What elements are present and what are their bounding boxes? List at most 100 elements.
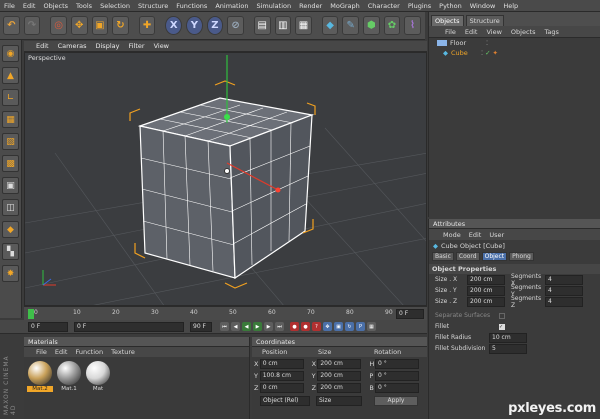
size-mode-select[interactable]: Size (316, 396, 362, 406)
material-item[interactable]: Mat.2 (27, 361, 53, 392)
x-axis-icon[interactable]: X (165, 16, 182, 35)
attributes-menu-edit[interactable]: Edit (469, 231, 482, 239)
points-mode-icon[interactable]: ▦ (2, 111, 19, 128)
materials-menu-edit[interactable]: Edit (55, 348, 68, 356)
x-handle-tip[interactable] (275, 187, 281, 193)
world-coords-icon[interactable]: ⊘ (227, 16, 244, 35)
menu-structure[interactable]: Structure (138, 2, 168, 10)
materials-menu-function[interactable]: Function (75, 348, 103, 356)
texture-mode-icon[interactable]: ▣ (2, 177, 19, 194)
menu-file[interactable]: File (4, 2, 15, 10)
check-icon[interactable]: ✓ (485, 49, 490, 57)
checker-icon[interactable]: ▚ (2, 243, 19, 260)
move-icon[interactable]: ✥ (70, 16, 88, 35)
viewport-menu-edit[interactable]: Edit (36, 42, 49, 50)
cube-primitive-icon[interactable]: ◆ (321, 16, 339, 35)
z-axis-icon[interactable]: Z (206, 16, 224, 35)
coord-mode-select[interactable]: Object (Rel) (260, 396, 310, 406)
attr-tab-object[interactable]: Object (481, 252, 508, 261)
end-frame-field[interactable]: 90 F (190, 321, 212, 332)
menu-tools[interactable]: Tools (76, 2, 92, 10)
viewport-menu-view[interactable]: View (154, 42, 169, 50)
subdivision-icon[interactable]: ⬢ (363, 16, 380, 35)
segments-field[interactable]: 4 (545, 285, 583, 296)
menu-functions[interactable]: Functions (176, 2, 207, 10)
record-icon[interactable]: ● (290, 322, 299, 331)
key-scale-icon[interactable]: ▣ (334, 322, 343, 331)
next-frame-icon[interactable]: ▶ (264, 322, 273, 331)
coord-rot-field[interactable]: 0 ° (375, 370, 419, 381)
attr-tab-basic[interactable]: Basic (432, 252, 454, 261)
object-menu-edit[interactable]: Edit (465, 28, 478, 36)
tab-structure[interactable]: Structure (465, 15, 504, 26)
viewport-menu-display[interactable]: Display (96, 42, 120, 50)
size-field[interactable]: 200 cm (467, 296, 505, 307)
play-reverse-icon[interactable]: ◀ (242, 322, 251, 331)
key-grid-icon[interactable]: ▦ (367, 322, 376, 331)
coord-pos-field[interactable]: 0 cm (259, 358, 304, 369)
add-icon[interactable]: ✚ (138, 16, 156, 35)
autokey-icon[interactable]: ● (301, 322, 310, 331)
separate-checkbox[interactable] (499, 312, 505, 319)
goto-start-icon[interactable]: ⏮ (220, 322, 229, 331)
visibility-dots-icon[interactable]: ⁚ (486, 39, 488, 47)
prev-frame-icon[interactable]: ◀ (231, 322, 240, 331)
fillet-row[interactable]: Fillet ✓ (429, 321, 600, 332)
coord-rot-field[interactable]: 0 ° (375, 382, 419, 393)
segments-field[interactable]: 4 (545, 274, 583, 285)
model-mode-icon[interactable]: ▲ (2, 67, 19, 84)
edges-mode-icon[interactable]: ▧ (2, 133, 19, 150)
undo-icon[interactable]: ↶ (3, 16, 20, 35)
cube-scene[interactable] (25, 53, 427, 306)
material-item[interactable]: Mat.1 (56, 361, 82, 392)
timeline-end-field[interactable]: 0 F (396, 309, 424, 319)
object-menu-view[interactable]: View (486, 28, 501, 36)
object-axis-icon[interactable]: ∟ (2, 89, 19, 106)
timeline[interactable]: 0 10 20 30 40 50 60 70 80 90 0 F (24, 306, 427, 320)
key-param-icon[interactable]: P (356, 322, 365, 331)
menu-objects[interactable]: Objects (43, 2, 68, 10)
menu-python[interactable]: Python (439, 2, 462, 10)
scale-icon[interactable]: ▣ (91, 16, 109, 35)
visibility-dots-icon[interactable]: ⁚ (481, 49, 483, 57)
pen-icon[interactable]: ✎ (342, 16, 359, 35)
materials-menu-texture[interactable]: Texture (111, 348, 135, 356)
attr-tab-coord[interactable]: Coord (455, 252, 480, 261)
attr-tab-phong[interactable]: Phong (509, 252, 534, 261)
play-icon[interactable]: ▶ (253, 322, 262, 331)
key-rot-icon[interactable]: ↻ (345, 322, 354, 331)
fillet-subdivision-field[interactable]: 5 (489, 343, 527, 354)
object-menu-objects[interactable]: Objects (511, 28, 536, 36)
coord-size-field[interactable]: 200 cm (317, 382, 362, 393)
make-editable-icon[interactable]: ◉ (2, 45, 19, 62)
live-select-icon[interactable]: ◎ (50, 16, 67, 35)
menu-simulation[interactable]: Simulation (256, 2, 291, 10)
material-item[interactable]: Mat (85, 361, 111, 392)
coord-size-field[interactable]: 200 cm (317, 370, 362, 381)
menu-edit[interactable]: Edit (23, 2, 36, 10)
coord-size-field[interactable]: 200 cm (317, 358, 362, 369)
menu-plugins[interactable]: Plugins (408, 2, 431, 10)
menu-render[interactable]: Render (299, 2, 322, 10)
size-field[interactable]: 200 cm (467, 274, 505, 285)
deformer-icon[interactable]: ⌇ (404, 16, 421, 35)
segments-field[interactable]: 4 (545, 296, 583, 307)
keyframe-icon[interactable]: ? (312, 322, 321, 331)
lock-icon[interactable]: ✸ (2, 265, 19, 282)
fillet-checkbox[interactable]: ✓ (499, 323, 505, 330)
separate-surfaces-row[interactable]: Separate Surfaces (429, 310, 600, 321)
goto-end-icon[interactable]: ⏭ (275, 322, 284, 331)
tab-objects[interactable]: Objects (431, 15, 464, 26)
texture-tag-icon[interactable]: ✦ (493, 49, 498, 57)
key-pos-icon[interactable]: ✥ (323, 322, 332, 331)
viewport-menu-cameras[interactable]: Cameras (58, 42, 87, 50)
menu-animation[interactable]: Animation (215, 2, 248, 10)
menu-selection[interactable]: Selection (100, 2, 130, 10)
menu-window[interactable]: Window (470, 2, 496, 10)
rotate-icon[interactable]: ↻ (112, 16, 129, 35)
coord-pos-field[interactable]: 0 cm (259, 382, 304, 393)
viewport-menu-filter[interactable]: Filter (128, 42, 144, 50)
coord-pos-field[interactable]: 100.8 cm (259, 370, 304, 381)
attributes-menu-user[interactable]: User (489, 231, 504, 239)
polygons-mode-icon[interactable]: ▩ (2, 155, 19, 172)
